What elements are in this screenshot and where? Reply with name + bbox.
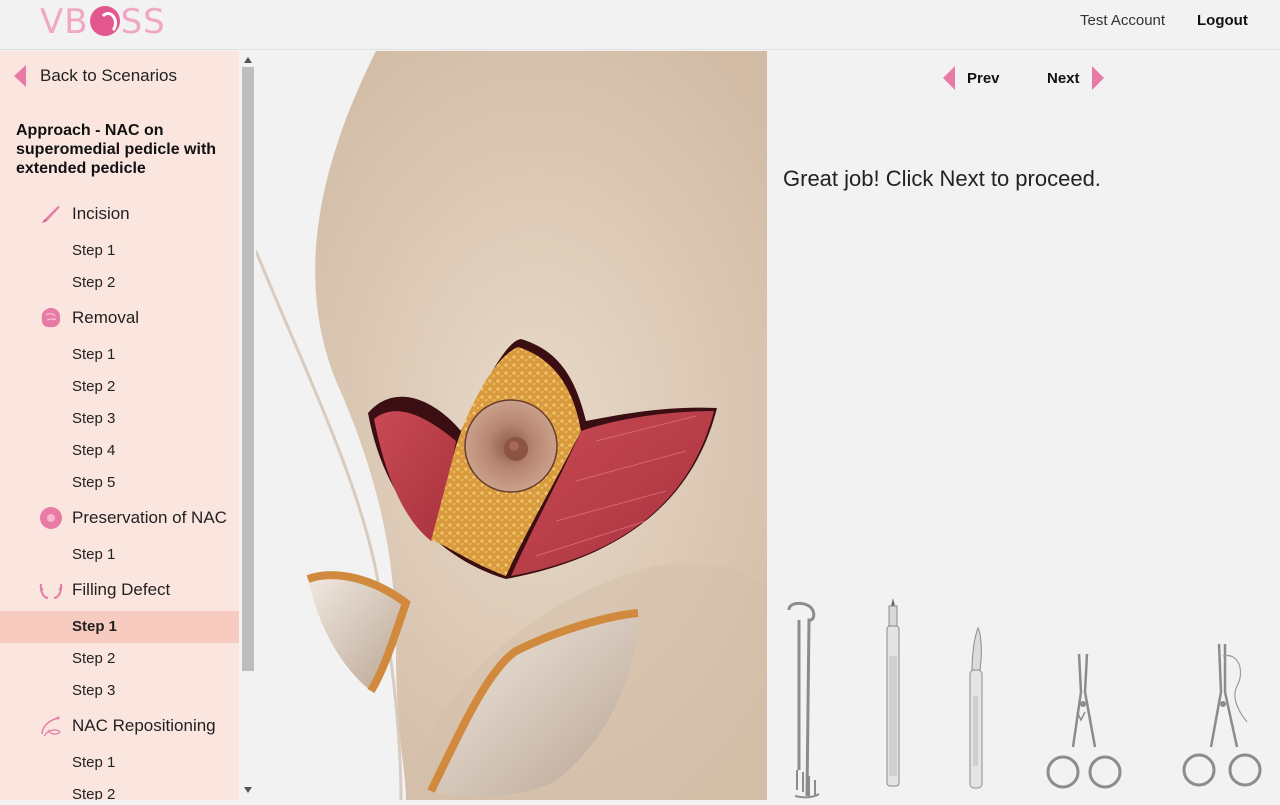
section-label: NAC Repositioning <box>72 716 216 735</box>
instruction-panel: Prev Next Great job! Click Next to proce… <box>767 51 1280 800</box>
prev-arrow-icon <box>943 66 955 90</box>
back-label: Back to Scenarios <box>40 66 178 85</box>
feedback-message: Great job! Click Next to proceed. <box>783 166 1101 191</box>
prev-button[interactable]: Prev <box>943 66 1000 90</box>
section-removal[interactable]: Removal <box>38 304 139 332</box>
vboss-logo[interactable]: VB SS <box>40 2 166 42</box>
surgical-scene[interactable] <box>256 51 767 800</box>
section-label: Filling Defect <box>72 580 171 599</box>
retractor-tool[interactable] <box>785 600 825 800</box>
step-removal-3[interactable]: Step 3 <box>0 403 239 435</box>
needle-holder-icon <box>1182 643 1262 787</box>
step-removal-2[interactable]: Step 2 <box>0 371 239 403</box>
sidebar-scrollbar[interactable] <box>240 51 255 800</box>
next-button[interactable]: Next <box>1047 66 1104 90</box>
step-filling-defect-3[interactable]: Step 3 <box>0 675 239 707</box>
step-removal-1[interactable]: Step 1 <box>0 339 239 371</box>
step-nac-repositioning-2[interactable]: Step 2 <box>0 779 239 800</box>
sidebar-panel: Back to Scenarios Approach - NAC on supe… <box>0 51 239 800</box>
marker-pen-icon <box>886 598 900 787</box>
section-incision[interactable]: Incision <box>38 200 130 228</box>
sidebar: Back to Scenarios Approach - NAC on supe… <box>0 51 256 800</box>
step-nac-repositioning-1[interactable]: Step 1 <box>0 747 239 779</box>
section-nac-repositioning[interactable]: NAC Repositioning <box>38 712 216 740</box>
prev-label: Prev <box>967 69 1000 87</box>
marker-pen-tool[interactable] <box>881 596 905 792</box>
section-label: Removal <box>72 308 140 327</box>
breast-outline-icon <box>38 577 64 603</box>
retractor-icon <box>787 601 820 799</box>
section-label: Incision <box>72 204 130 223</box>
step-preservation-1[interactable]: Step 1 <box>0 539 239 571</box>
nipple-circle-icon <box>38 505 64 531</box>
scalpel-icon <box>38 201 64 227</box>
section-filling-defect[interactable]: Filling Defect <box>38 576 170 604</box>
next-arrow-icon <box>1091 66 1104 90</box>
scalpel-tool[interactable] <box>964 626 988 792</box>
step-removal-5[interactable]: Step 5 <box>0 467 239 499</box>
tissue-blob-icon <box>38 305 64 331</box>
section-label: Preservation of NAC <box>72 508 227 527</box>
scroll-down-arrow-icon[interactable] <box>244 787 252 793</box>
scalpel-tool-icon <box>969 626 983 789</box>
suture-needle-icon <box>38 713 64 739</box>
hemostat-tool[interactable] <box>1043 652 1123 792</box>
step-filling-defect-2[interactable]: Step 2 <box>0 643 239 675</box>
needle-holder-tool[interactable] <box>1179 642 1267 792</box>
section-preservation-of-nac[interactable]: Preservation of NAC <box>38 504 227 532</box>
logout-button[interactable]: Logout <box>1197 12 1248 29</box>
step-incision-2[interactable]: Step 2 <box>0 267 239 299</box>
logo-o-icon <box>89 5 120 36</box>
back-to-scenarios-button[interactable]: Back to Scenarios <box>14 65 177 87</box>
top-header: VB SS Test Account Logout <box>0 0 1280 50</box>
scroll-up-arrow-icon[interactable] <box>244 57 252 63</box>
step-incision-1[interactable]: Step 1 <box>0 235 239 267</box>
next-label: Next <box>1047 69 1080 87</box>
back-arrow-icon <box>14 65 26 87</box>
step-filling-defect-1[interactable]: Step 1 <box>0 611 239 643</box>
scrollbar-thumb[interactable] <box>242 67 254 671</box>
scenario-title: Approach - NAC on superomedial pedicle w… <box>16 122 217 177</box>
step-removal-4[interactable]: Step 4 <box>0 435 239 467</box>
account-link[interactable]: Test Account <box>1080 12 1165 29</box>
hemostat-icon <box>1046 653 1122 789</box>
surgical-illustration <box>256 51 767 800</box>
